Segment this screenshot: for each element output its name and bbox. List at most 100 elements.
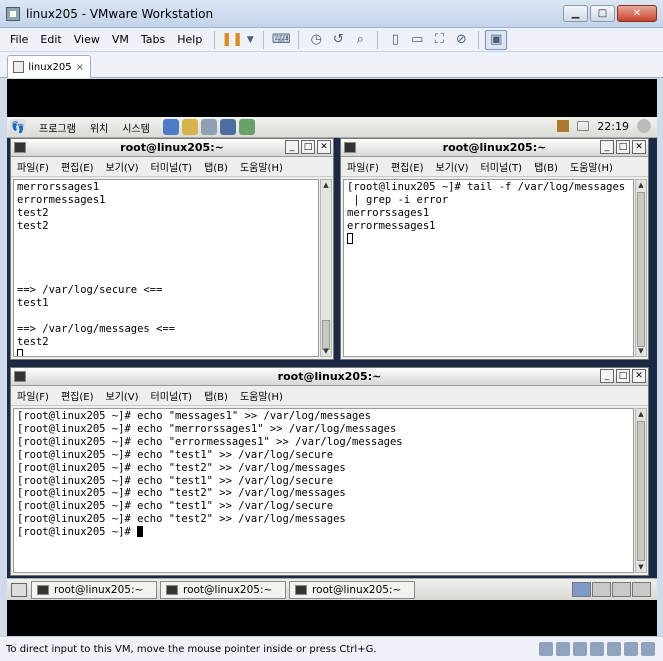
terminal-window-right[interactable]: root@linux205:~ _ □ ✕ 파일(F) 편집(E) 보기(V) …: [340, 138, 649, 360]
unity-icon[interactable]: ⊘: [450, 30, 472, 50]
pause-icon[interactable]: ❚❚: [221, 30, 243, 50]
terminal-minimize-button[interactable]: _: [285, 140, 299, 154]
terminal-text: merrorssages1 errormessages1 test2 test2…: [17, 181, 176, 348]
guest-clock[interactable]: 22:19: [597, 120, 629, 133]
terminal-icon: [295, 584, 307, 595]
vm-console[interactable]: 👣 프로그램 위치 시스템 22:19 root@linux205:~ _ □ …: [7, 79, 657, 636]
scroll-down-icon[interactable]: ▼: [636, 562, 646, 572]
terminal-menu-view[interactable]: 보기(V): [100, 159, 145, 174]
terminal-titlebar[interactable]: root@linux205:~ _ □ ✕: [341, 139, 648, 157]
terminal-output[interactable]: [root@linux205 ~]# tail -f /var/log/mess…: [343, 179, 634, 357]
guest-menu-applications[interactable]: 프로그램: [32, 120, 83, 135]
terminal-titlebar[interactable]: root@linux205:~ _ □ ✕: [11, 368, 648, 386]
terminal-menu-edit[interactable]: 편집(E): [55, 388, 100, 403]
browser-launcher-icon[interactable]: [162, 119, 179, 135]
workspace-4[interactable]: [632, 582, 651, 597]
terminal-maximize-button[interactable]: □: [301, 140, 315, 154]
revert-snapshot-icon[interactable]: ↺: [327, 30, 349, 50]
show-library-icon[interactable]: ▯: [384, 30, 406, 50]
terminal-scrollbar[interactable]: ▲ ▼: [635, 179, 647, 357]
hard-disk-icon[interactable]: [539, 642, 553, 656]
terminal-window-left[interactable]: root@linux205:~ _ □ ✕ 파일(F) 편집(E) 보기(V) …: [10, 138, 334, 360]
power-icon[interactable]: [637, 119, 651, 133]
terminal-menu-edit[interactable]: 편집(E): [385, 159, 430, 174]
terminal-output[interactable]: merrorssages1 errormessages1 test2 test2…: [13, 179, 319, 357]
terminal-menu-terminal[interactable]: 터미널(T): [145, 159, 199, 174]
taskbar-item-terminal[interactable]: root@linux205:~: [160, 580, 286, 599]
snapshot-manager-icon[interactable]: ⌕: [349, 30, 371, 50]
network-icon[interactable]: [577, 121, 590, 131]
terminal-menu-help[interactable]: 도움말(H): [234, 388, 289, 403]
terminal-titlebar[interactable]: root@linux205:~ _ □ ✕: [11, 139, 333, 157]
send-ctrl-alt-del-icon[interactable]: ⌨: [270, 30, 292, 50]
thumbnail-bar-icon[interactable]: ▭: [406, 30, 428, 50]
network-adapter-icon[interactable]: [573, 642, 587, 656]
notes-launcher-icon[interactable]: [200, 119, 217, 135]
menu-file[interactable]: File: [4, 33, 34, 46]
guest-menu-system[interactable]: 시스템: [115, 120, 157, 135]
guest-menu-places[interactable]: 위치: [83, 120, 115, 135]
terminal-minimize-button[interactable]: _: [600, 140, 614, 154]
terminal-menu-file[interactable]: 파일(F): [11, 159, 55, 174]
terminal-output[interactable]: [root@linux205 ~]# echo "messages1" >> /…: [13, 408, 634, 573]
terminal-menu-edit[interactable]: 편집(E): [55, 159, 100, 174]
terminal-menu-terminal[interactable]: 터미널(T): [145, 388, 199, 403]
cd-drive-icon[interactable]: [556, 642, 570, 656]
terminal-minimize-button[interactable]: _: [600, 369, 614, 383]
scroll-up-icon[interactable]: ▲: [636, 409, 646, 419]
terminal-close-button[interactable]: ✕: [632, 140, 646, 154]
mail-launcher-icon[interactable]: [181, 119, 198, 135]
terminal-maximize-button[interactable]: □: [616, 369, 630, 383]
gnome-foot-icon[interactable]: 👣: [10, 119, 26, 135]
chevron-down-icon[interactable]: ▼: [243, 30, 257, 50]
snapshot-icon[interactable]: ◷: [305, 30, 327, 50]
scroll-down-icon[interactable]: ▼: [636, 346, 646, 356]
menu-vm[interactable]: VM: [106, 33, 135, 46]
terminal-menu-view[interactable]: 보기(V): [100, 388, 145, 403]
scroll-down-icon[interactable]: ▼: [321, 346, 331, 356]
workspace-1[interactable]: [572, 582, 591, 597]
menu-help[interactable]: Help: [171, 33, 208, 46]
terminal-window-bottom[interactable]: root@linux205:~ _ □ ✕ 파일(F) 편집(E) 보기(V) …: [10, 367, 649, 576]
scrollbar-thumb[interactable]: [637, 192, 645, 347]
scrollbar-thumb[interactable]: [637, 421, 645, 561]
tab-linux205[interactable]: linux205 ×: [7, 55, 91, 78]
printer-icon[interactable]: [607, 642, 621, 656]
terminal-menu-help[interactable]: 도움말(H): [564, 159, 619, 174]
terminal-close-button[interactable]: ✕: [317, 140, 331, 154]
taskbar-item-terminal[interactable]: root@linux205:~: [31, 580, 157, 599]
fullscreen-icon[interactable]: ⛶: [428, 30, 450, 50]
workspace-2[interactable]: [592, 582, 611, 597]
terminal-menu-tabs[interactable]: 탭(B): [198, 388, 234, 403]
sound-icon[interactable]: [624, 642, 638, 656]
menu-tabs[interactable]: Tabs: [135, 33, 171, 46]
minimize-button[interactable]: ▁: [563, 5, 588, 22]
terminal-menu-tabs[interactable]: 탭(B): [528, 159, 564, 174]
menu-view[interactable]: View: [68, 33, 106, 46]
tab-close-icon[interactable]: ×: [76, 62, 84, 73]
scroll-up-icon[interactable]: ▲: [636, 180, 646, 190]
console-view-icon[interactable]: ▣: [485, 29, 508, 50]
terminal-maximize-button[interactable]: □: [616, 140, 630, 154]
package-updater-icon[interactable]: [557, 120, 570, 132]
message-log-icon[interactable]: [641, 642, 655, 656]
usb-icon[interactable]: [590, 642, 604, 656]
office-launcher-icon[interactable]: [219, 119, 236, 135]
terminal-menu-file[interactable]: 파일(F): [341, 159, 385, 174]
terminal-scrollbar[interactable]: ▲ ▼: [635, 408, 647, 573]
taskbar-item-terminal[interactable]: root@linux205:~: [289, 580, 415, 599]
menu-edit[interactable]: Edit: [34, 33, 67, 46]
maximize-button[interactable]: □: [590, 5, 615, 22]
close-button[interactable]: ✕: [617, 5, 657, 22]
terminal-menu-help[interactable]: 도움말(H): [234, 159, 289, 174]
terminal-menu-tabs[interactable]: 탭(B): [198, 159, 234, 174]
terminal-menu-file[interactable]: 파일(F): [11, 388, 55, 403]
show-desktop-icon[interactable]: [11, 582, 27, 597]
terminal-close-button[interactable]: ✕: [632, 369, 646, 383]
scroll-up-icon[interactable]: ▲: [321, 180, 331, 190]
update-launcher-icon[interactable]: [238, 119, 255, 135]
workspace-3[interactable]: [612, 582, 631, 597]
terminal-menu-terminal[interactable]: 터미널(T): [475, 159, 529, 174]
terminal-scrollbar[interactable]: ▲ ▼: [320, 179, 332, 357]
terminal-menu-view[interactable]: 보기(V): [430, 159, 475, 174]
